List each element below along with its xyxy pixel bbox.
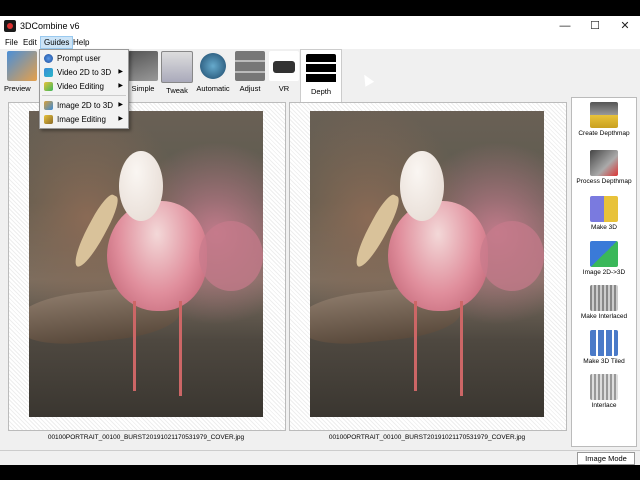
tool-vr[interactable]: VR bbox=[264, 51, 304, 93]
sidebar-label: Make 3D Tiled bbox=[583, 358, 625, 365]
tiles-icon bbox=[590, 330, 618, 356]
guides-item-label: Image Editing bbox=[57, 115, 106, 124]
tool-tweak-label: Tweak bbox=[166, 86, 188, 95]
sidebar-create-depthmap[interactable]: Create Depthmap bbox=[572, 102, 636, 137]
menu-file[interactable]: File bbox=[2, 37, 21, 48]
guides-item-prompt-user[interactable]: Prompt user bbox=[40, 52, 128, 65]
tool-tweak[interactable]: Tweak bbox=[157, 51, 197, 95]
guides-item-label: Video 2D to 3D bbox=[57, 68, 112, 77]
sidebar-make-interlaced[interactable]: Make Interlaced bbox=[572, 285, 636, 320]
sidebar-label: Make Interlaced bbox=[580, 313, 628, 320]
menu-edit[interactable]: Edit bbox=[20, 37, 40, 48]
tools-sidebar: Create Depthmap Process Depthmap Make 3D… bbox=[571, 97, 637, 447]
right-image-panel[interactable] bbox=[289, 102, 567, 431]
sidebar-image-2d-3d[interactable]: Image 2D->3D bbox=[572, 241, 636, 276]
sidebar-process-depthmap[interactable]: Process Depthmap bbox=[572, 150, 636, 185]
tool-vr-label: VR bbox=[278, 84, 290, 93]
guides-item-image-editing[interactable]: Image Editing ▶ bbox=[40, 113, 128, 126]
left-photo bbox=[29, 111, 263, 417]
tool-automatic-label: Automatic bbox=[196, 84, 230, 93]
sidebar-label: Create Depthmap bbox=[578, 130, 630, 137]
submenu-arrow-icon: ▶ bbox=[118, 116, 123, 122]
brush-icon bbox=[44, 115, 53, 124]
globe-icon bbox=[44, 54, 53, 63]
app-logo-icon bbox=[4, 20, 16, 32]
sidebar-make-3d-tiled[interactable]: Make 3D Tiled bbox=[572, 330, 636, 365]
right-photo bbox=[310, 111, 544, 417]
menu-bar: File Edit Guides Help bbox=[0, 36, 640, 49]
menu-separator bbox=[42, 95, 126, 96]
sliders-icon bbox=[235, 51, 265, 81]
gears-icon bbox=[198, 51, 228, 81]
sidebar-label: Interlace bbox=[591, 402, 617, 409]
maximize-button[interactable]: ☐ bbox=[580, 16, 610, 36]
window-title: 3DCombine v6 bbox=[20, 21, 80, 31]
menu-help[interactable]: Help bbox=[70, 37, 92, 48]
tool-depth-label: Depth bbox=[310, 87, 331, 96]
left-image-caption: 00100PORTRAIT_00100_BURST201910211705319… bbox=[47, 434, 245, 441]
status-bar: Image Mode bbox=[0, 450, 640, 465]
guides-item-image-2d-3d[interactable]: Image 2D to 3D ▶ bbox=[40, 99, 128, 112]
app-window: 3DCombine v6 — ☐ ✕ File Edit Guides Help… bbox=[0, 16, 640, 465]
minimize-button[interactable]: — bbox=[550, 16, 580, 36]
depthmap-create-icon bbox=[590, 102, 618, 128]
interlace-icon bbox=[590, 374, 618, 400]
submenu-arrow-icon: ▶ bbox=[118, 83, 123, 89]
sidebar-make-3d[interactable]: Make 3D bbox=[572, 196, 636, 231]
submenu-arrow-icon: ▶ bbox=[118, 102, 123, 108]
guides-item-label: Image 2D to 3D bbox=[57, 101, 114, 110]
status-mode: Image Mode bbox=[577, 452, 635, 465]
shapes-3d-icon bbox=[590, 196, 618, 222]
pen-icon bbox=[44, 68, 53, 77]
left-image-panel[interactable] bbox=[8, 102, 286, 431]
guides-item-video-2d-3d[interactable]: Video 2D to 3D ▶ bbox=[40, 66, 128, 79]
menu-guides[interactable]: Guides bbox=[40, 36, 74, 49]
interlaced-icon bbox=[590, 285, 618, 311]
sidebar-label: Make 3D bbox=[590, 224, 617, 231]
guides-item-label: Video Editing bbox=[57, 82, 104, 91]
title-bar: 3DCombine v6 — ☐ ✕ bbox=[0, 16, 640, 37]
sidebar-interlace[interactable]: Interlace bbox=[572, 374, 636, 409]
close-button[interactable]: ✕ bbox=[610, 16, 640, 36]
sidebar-label: Process Depthmap bbox=[576, 178, 632, 185]
guides-item-video-editing[interactable]: Video Editing ▶ bbox=[40, 80, 128, 93]
sidebar-label: Image 2D->3D bbox=[582, 269, 626, 276]
tool-depth[interactable]: Depth bbox=[300, 49, 342, 109]
tool-automatic[interactable]: Automatic bbox=[193, 51, 233, 93]
preview-icon bbox=[7, 51, 37, 81]
depth-stack-icon bbox=[306, 54, 336, 84]
image-icon bbox=[44, 101, 53, 110]
tweak-windows-icon bbox=[161, 51, 193, 83]
film-icon bbox=[44, 82, 53, 91]
tool-preview[interactable]: Preview bbox=[4, 51, 40, 93]
guides-item-label: Prompt user bbox=[57, 54, 101, 63]
submenu-arrow-icon: ▶ bbox=[118, 69, 123, 75]
guides-dropdown: Prompt user Video 2D to 3D ▶ Video Editi… bbox=[39, 49, 129, 129]
image-convert-icon bbox=[590, 241, 618, 267]
tool-preview-label: Preview bbox=[4, 84, 31, 93]
depthmap-process-icon bbox=[590, 150, 618, 176]
right-image-caption: 00100PORTRAIT_00100_BURST201910211705319… bbox=[328, 434, 526, 441]
hand-icon bbox=[128, 51, 158, 81]
vr-headset-icon bbox=[269, 51, 299, 81]
